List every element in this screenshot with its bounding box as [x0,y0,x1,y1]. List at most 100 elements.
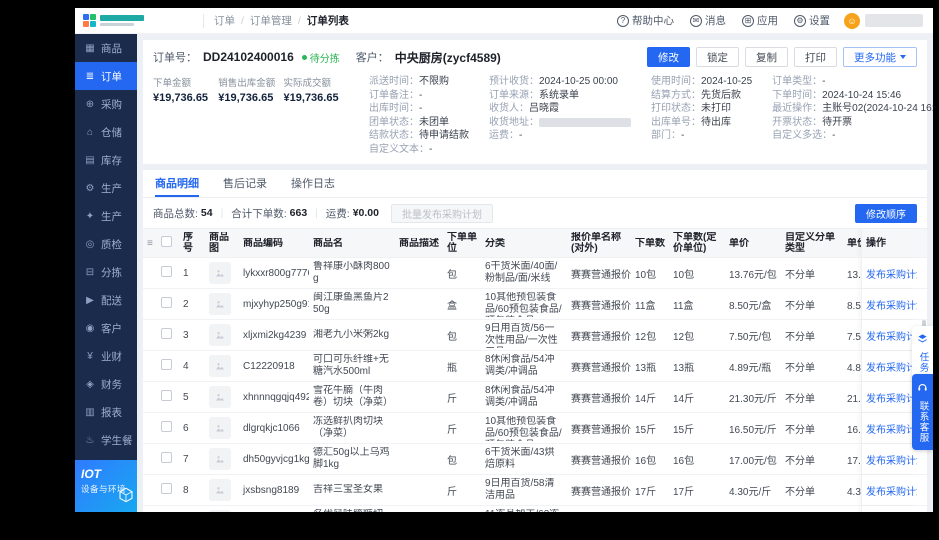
sidebar-item[interactable]: ▥ 报表 [75,398,137,426]
sidebar-item-icon: ♨ [85,434,95,446]
topbar-action-item[interactable]: ⊞ 应用 [742,13,778,28]
row-checkbox[interactable] [161,266,172,277]
sidebar-item-icon: ⊟ [85,266,95,278]
order-qty-pricing-unit: 12包 [673,331,695,343]
select-all-checkbox[interactable] [161,236,172,247]
sidebar-item[interactable]: ⌂ 仓储 [75,118,137,146]
row-checkbox[interactable] [161,390,172,401]
detail-tab[interactable]: 商品明细 [155,170,199,197]
detail-tab[interactable]: 操作日志 [291,170,335,197]
task-float-button[interactable]: 任务 [912,326,933,379]
publish-purchase-plan-link[interactable]: 发布采购计划 [866,266,917,281]
sidebar-item[interactable]: ✦ 生产 [75,202,137,230]
row-checkbox[interactable] [161,297,172,308]
sidebar-item[interactable]: ⊕ 采购 [75,90,137,118]
sidebar-item-label: 财务 [101,378,122,391]
product-image-placeholder[interactable] [209,324,231,346]
table-row: 7 dh50gyvjcg1kg5249 德汇50g以上乌鸡脚1kg [143,444,927,475]
product-image-placeholder[interactable] [209,262,231,284]
product-code: xhnnnqgqjq4920 [243,391,309,403]
user-avatar[interactable]: ☺ [844,12,860,29]
quote-name: 赛赛营通报价 [571,455,631,467]
clipped-price: 16.50元/斤 [847,424,861,436]
publish-purchase-plan-link[interactable]: 发布采购计划 [866,328,917,343]
order-field: 订单类型： - [772,75,933,89]
product-image-placeholder[interactable] [209,448,231,470]
product-image-placeholder[interactable] [209,417,231,439]
copy-button[interactable]: 复制 [745,47,788,67]
sidebar-item[interactable]: ≣ 订单 [75,62,137,90]
field-label: 预计收货： [489,76,539,87]
publish-purchase-plan-link[interactable]: 发布采购计划 [866,421,917,436]
row-checkbox[interactable] [161,421,172,432]
sidebar-item[interactable]: ▶ 配送 [75,286,137,314]
table-row: 5 xhnnnqgqjq4920 雪花牛腩（牛肉卷）切块（净菜） [143,382,927,413]
sidebar-item[interactable]: ▦ 商品 [75,34,137,62]
field-value: 先货后款 [701,89,741,101]
order-info-col-3: 使用时间： 2024-10-25 结算方式： 先货后款 打印状态： 未打印 出库… [651,75,752,156]
topbar-action-item[interactable]: ⚙ 设置 [794,13,830,28]
clipped-price: 4.30元/斤 [847,486,861,498]
row-checkbox[interactable] [161,328,172,339]
breadcrumb-order-management[interactable]: 订单管理 [250,13,292,28]
reorder-button[interactable]: 修改顺序 [855,203,917,223]
product-code: C12220918 [243,360,295,372]
sidebar-item-label: 仓储 [101,126,122,139]
sidebar-item[interactable]: ◈ 财务 [75,370,137,398]
row-operation-cell: 发布采购计划 [861,382,917,412]
breadcrumb: 订单 / 订单管理 / 订单列表 [214,13,349,28]
publish-purchase-plan-link[interactable]: 发布采购计划 [866,452,917,467]
lock-button[interactable]: 锁定 [696,47,739,67]
more-actions-button[interactable]: 更多功能 [843,47,917,67]
row-operation-cell: 发布采购计划 [861,320,917,350]
total-products: 商品总数: 54 [153,206,213,221]
product-image-placeholder[interactable] [209,479,231,501]
detail-tab[interactable]: 售后记录 [223,170,267,197]
publish-purchase-plan-link[interactable]: 发布采购计划 [866,390,917,405]
sidebar-item[interactable]: ◉ 客户 [75,314,137,342]
iot-banner[interactable]: IOT 设备与环境 [75,460,137,512]
publish-purchase-plan-link[interactable]: 发布采购计划 [866,297,917,312]
customer-service-float-button[interactable]: 联系客服 [912,374,933,450]
sidebar-item[interactable]: ◎ 质检 [75,230,137,258]
shipping-fee-label: 运费: [325,207,350,220]
row-checkbox[interactable] [161,359,172,370]
product-image-placeholder[interactable] [209,386,231,408]
product-image-placeholder[interactable] [209,510,231,512]
product-image-placeholder[interactable] [209,293,231,315]
topbar-action-item[interactable]: ? 帮助中心 [617,13,674,28]
field-label: 订单备注： [369,89,419,101]
sidebar-item-label: 分拣 [101,266,122,279]
row-checkbox[interactable] [161,483,172,494]
sidebar-item-icon: ◈ [86,378,94,390]
col-header-quote-name: 报价单名称(对外) [571,232,621,254]
product-image-placeholder[interactable] [209,355,231,377]
amount-value: ¥19,736.65 [283,92,339,104]
product-category: 6干货米面/43烘焙原料 [485,447,555,470]
edit-button[interactable]: 修改 [647,47,690,67]
row-index: 3 [183,329,189,341]
row-operation-cell: 发布采购计划 [861,475,917,505]
order-qty: 14斤 [635,393,657,405]
product-category: 8休闲食品/54冲调类/冲调品 [485,354,555,377]
sidebar-item[interactable]: ▤ 库存 [75,146,137,174]
sidebar-item[interactable]: ⚙ 生产 [75,174,137,202]
row-checkbox[interactable] [161,452,172,463]
clipped-price: 4.89元/瓶 [847,362,861,374]
topbar-action-item[interactable]: ✉ 消息 [690,13,726,28]
sidebar-item[interactable]: ¥ 业财 [75,342,137,370]
sidebar-item[interactable]: ⊟ 分拣 [75,258,137,286]
field-label: 运费： [489,130,519,141]
breadcrumb-orders[interactable]: 订单 [214,13,235,28]
sidebar-item-label: 配送 [101,294,122,307]
publish-purchase-plan-link[interactable]: 发布采购计划 [866,483,917,498]
field-value: 未团单 [419,116,449,128]
field-label: 最近操作： [772,103,823,114]
print-button[interactable]: 打印 [794,47,837,67]
col-header-order-qty-pricing-unit: 下单数(定价单位) [673,232,717,254]
batch-publish-purchase-plan-button[interactable]: 批量发布采购计划 [390,203,493,223]
publish-purchase-plan-link[interactable]: 发布采购计划 [866,359,917,374]
col-header-index: 序号 [183,232,193,254]
amount-label: 实际成交额 [283,78,332,89]
sidebar-item[interactable]: ♨ 学生餐 [75,426,137,454]
